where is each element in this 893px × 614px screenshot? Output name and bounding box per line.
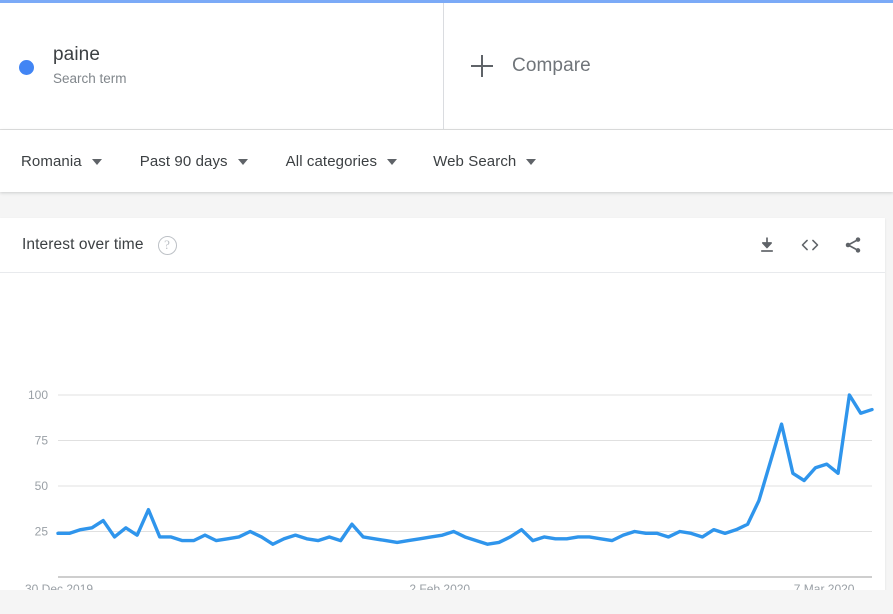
filter-time-range-label: Past 90 days [139,152,228,170]
series-line-paine [56,393,874,546]
filter-search-type[interactable]: Web Search [433,130,537,192]
search-term-type: Search term [53,71,127,86]
filter-time-range[interactable]: Past 90 days [140,130,248,192]
filter-region-label: Romania [21,152,82,170]
card-header: Interest over time ? [0,218,885,273]
interest-over-time-chart[interactable]: 25507510030 Dec 2019 2 Feb 2020 7 Mar 2020 [0,273,885,603]
filter-bar: Romania Past 90 days All categories Web … [0,130,893,192]
y-axis-tick: 75 [35,434,49,448]
chart-area[interactable]: 25 50 75 100 30 Dec 2019 2 Feb 2020 7 Mar 2020 [0,273,885,596]
card-actions [757,235,863,255]
download-icon[interactable] [757,235,777,255]
card-title: Interest over time [22,236,144,253]
filter-region[interactable]: Romania [21,130,102,192]
plus-icon [471,55,493,77]
search-term-card[interactable]: paine Search term [0,3,444,129]
filter-category[interactable]: All categories [285,130,398,192]
page-footer-space [0,590,893,614]
chevron-down-icon [387,159,398,165]
filter-search-type-label: Web Search [433,152,517,170]
y-axis-tick: 50 [35,479,49,493]
embed-code-icon[interactable] [799,235,821,255]
compare-label: Compare [512,55,591,76]
search-term-label: paine [53,44,100,65]
y-axis-tick: 100 [28,388,48,402]
filter-category-label: All categories [285,152,378,170]
add-comparison-button[interactable]: Compare [444,3,893,129]
y-axis-tick: 25 [35,525,49,539]
chevron-down-icon [526,159,537,165]
chevron-down-icon [91,159,102,165]
search-terms-bar: paine Search term Compare [0,3,893,130]
series-color-dot [19,59,34,75]
chevron-down-icon [237,159,248,165]
help-circle-icon[interactable]: ? [157,235,177,255]
interest-over-time-card: Interest over time ? 25 50 75 100 30 Dec… [0,218,885,596]
share-icon[interactable] [843,235,863,255]
search-term-text: paine Search term [53,43,127,89]
trends-page: paine Search term Compare Romania Past 9… [0,0,893,614]
